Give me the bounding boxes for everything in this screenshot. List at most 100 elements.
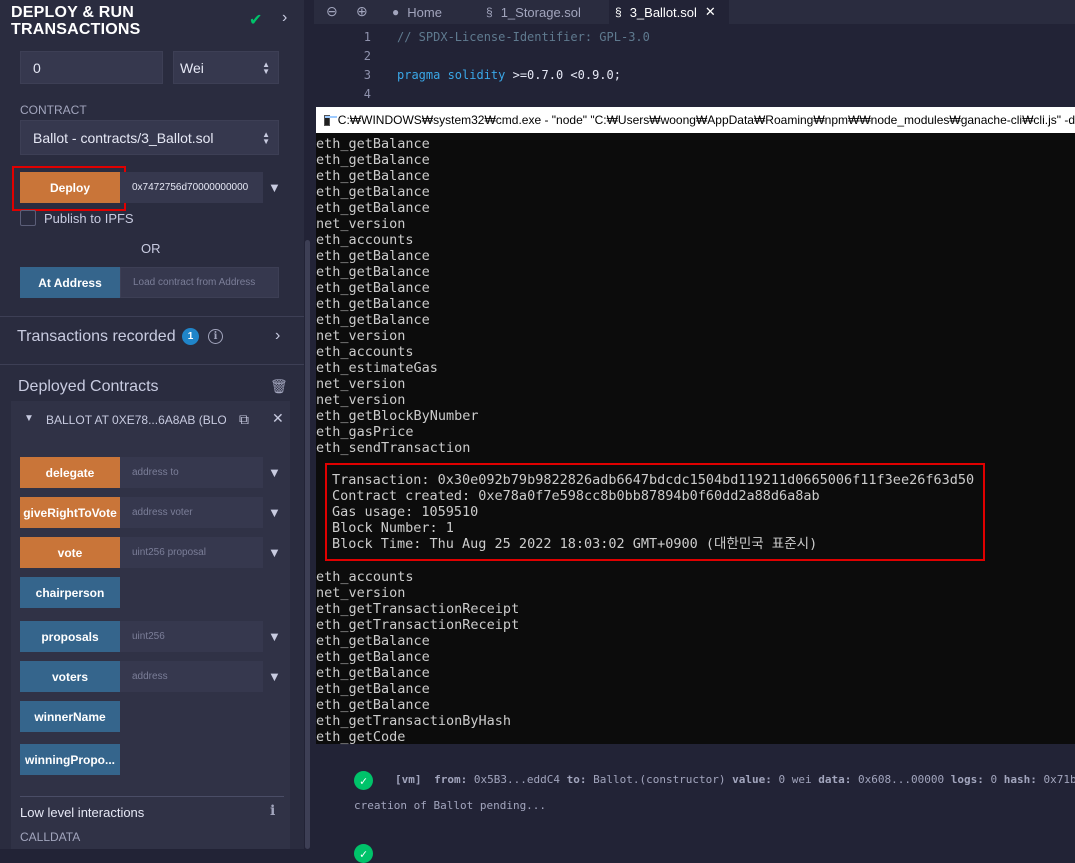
unit-select-value: Wei bbox=[180, 59, 204, 76]
or-label: OR bbox=[141, 241, 161, 256]
hash-value: 0x71b...905 bbox=[1043, 773, 1075, 786]
cmd-line: eth_getBalance bbox=[316, 136, 430, 152]
cmd-line: Block Number: 1 bbox=[332, 520, 454, 536]
chevron-down-icon[interactable]: ▼ bbox=[24, 413, 34, 424]
contract-select-value: Ballot - contracts/3_Ballot.sol bbox=[33, 129, 214, 146]
panel-title: DEPLOY & RUN TRANSACTIONS bbox=[11, 4, 141, 38]
scrollbar[interactable] bbox=[305, 240, 310, 849]
code-line: 3 pragma solidity >=0.7.0 <0.9.0; bbox=[314, 65, 1075, 84]
function-button-delegate[interactable]: delegate bbox=[20, 457, 120, 488]
at-address-placeholder: Load contract from Address bbox=[133, 277, 256, 288]
function-input[interactable]: address bbox=[120, 661, 263, 692]
vm-tag: [vm] bbox=[395, 773, 422, 786]
line-number: 4 bbox=[363, 86, 371, 101]
chevron-down-icon[interactable]: ▼ bbox=[268, 505, 281, 520]
publish-ipfs-checkbox[interactable] bbox=[20, 210, 36, 226]
function-button-proposals[interactable]: proposals bbox=[20, 621, 120, 652]
cmd-line: net_version bbox=[316, 392, 406, 408]
function-button-winnername[interactable]: winnerName bbox=[20, 701, 120, 732]
select-arrows-icon: ▲ ▼ bbox=[262, 59, 270, 76]
cmd-line: eth_getBalance bbox=[316, 152, 430, 168]
panel-title-line2: TRANSACTIONS bbox=[11, 21, 141, 38]
tab-3-ballot[interactable]: § 3_Ballot.sol ✕ bbox=[609, 0, 729, 24]
chevron-down-icon[interactable]: ▼ bbox=[268, 669, 281, 684]
divider bbox=[20, 796, 284, 797]
code-rest: >=0.7.0 <0.9.0; bbox=[505, 67, 621, 82]
cmd-line: eth_getTransactionReceipt bbox=[316, 601, 520, 617]
info-icon[interactable]: i bbox=[270, 803, 275, 819]
close-icon[interactable]: ✕ bbox=[272, 410, 284, 427]
tx-log-line[interactable]: [vm] from: 0x5B3...eddC4 to: Ballot.(con… bbox=[395, 773, 1075, 786]
divider bbox=[0, 316, 304, 317]
cmd-line: eth_getCode bbox=[316, 729, 406, 745]
function-input[interactable]: address voter bbox=[120, 497, 263, 528]
deploy-args-input[interactable]: 0x7472756d70000000000 bbox=[120, 172, 263, 203]
cmd-line: Contract created: 0xe78a0f7e598cc8b0bb87… bbox=[332, 488, 820, 504]
hash-label: hash: bbox=[1003, 773, 1037, 786]
success-check-icon: ✓ bbox=[354, 844, 373, 863]
cmd-line: eth_getTransactionReceipt bbox=[316, 617, 520, 633]
function-button-vote[interactable]: vote bbox=[20, 537, 120, 568]
tab-home[interactable]: ● Home bbox=[384, 0, 482, 24]
to-value: Ballot.(constructor) bbox=[593, 773, 726, 786]
info-icon[interactable]: i bbox=[208, 329, 223, 344]
function-button-giverighttovote[interactable]: giveRightToVote bbox=[20, 497, 120, 528]
trash-icon[interactable]: 🗑 bbox=[270, 378, 288, 395]
transactions-count: 1 bbox=[187, 331, 194, 342]
checkmark-icon: ✔ bbox=[249, 12, 263, 29]
cmd-window[interactable]: C:₩WINDOWS₩system32₩cmd.exe - "node" "C:… bbox=[316, 107, 1075, 745]
chevron-down-icon[interactable]: ▼ bbox=[268, 629, 281, 644]
unit-select[interactable]: Wei ▲ ▼ bbox=[173, 51, 279, 84]
cmd-line: eth_getBalance bbox=[316, 248, 430, 264]
cmd-line: eth_accounts bbox=[316, 344, 414, 360]
transactions-count-badge: 1 bbox=[182, 328, 199, 345]
value-input-text: 0 bbox=[33, 59, 41, 76]
contract-select[interactable]: Ballot - contracts/3_Ballot.sol ▲ ▼ bbox=[20, 120, 279, 155]
value-label: value: bbox=[732, 773, 772, 786]
cmd-line: net_version bbox=[316, 328, 406, 344]
cmd-line: net_version bbox=[316, 585, 406, 601]
deployed-contracts-label: Deployed Contracts bbox=[18, 378, 159, 395]
cmd-titlebar[interactable]: C:₩WINDOWS₩system32₩cmd.exe - "node" "C:… bbox=[316, 107, 1075, 133]
copy-icon[interactable]: ⧉ bbox=[239, 411, 249, 428]
chevron-right-icon[interactable]: › bbox=[282, 9, 287, 27]
zoom-in-icon[interactable]: ⊕ bbox=[356, 3, 368, 20]
function-button-chairperson[interactable]: chairperson bbox=[20, 577, 120, 608]
value-input[interactable]: 0 bbox=[20, 51, 163, 84]
cmd-output-after: eth_accounts net_version eth_getTransactio… bbox=[316, 569, 1075, 745]
pending-message: creation of Ballot pending... bbox=[354, 799, 547, 812]
transactions-recorded-label[interactable]: Transactions recorded bbox=[17, 328, 176, 346]
tab-1-storage[interactable]: § 1_Storage.sol bbox=[482, 0, 609, 24]
function-input[interactable]: address to bbox=[120, 457, 263, 488]
cmd-line: eth_getBalance bbox=[316, 184, 430, 200]
function-button-voters[interactable]: voters bbox=[20, 661, 120, 692]
cmd-line: eth_sendTransaction bbox=[316, 440, 471, 456]
cmd-line: eth_getBalance bbox=[316, 200, 430, 216]
contract-label: CONTRACT bbox=[20, 103, 87, 117]
chevron-down-icon[interactable]: ▼ bbox=[268, 465, 281, 480]
cmd-line: eth_getTransactionByHash bbox=[316, 713, 512, 729]
line-number: 2 bbox=[363, 48, 371, 63]
panel-title-line1: DEPLOY & RUN bbox=[11, 4, 135, 21]
function-button-winningpropo[interactable]: winningPropo... bbox=[20, 744, 120, 775]
function-input[interactable]: uint256 proposal bbox=[120, 537, 263, 568]
code-text: pragma solidity >=0.7.0 <0.9.0; bbox=[397, 68, 621, 82]
chevron-down-icon[interactable]: ▼ bbox=[268, 180, 281, 195]
chevron-down-icon[interactable]: ▼ bbox=[268, 545, 281, 560]
chevron-right-icon[interactable]: › bbox=[275, 327, 280, 345]
code-editor[interactable]: 1 // SPDX-License-Identifier: GPL-3.0 2 … bbox=[314, 24, 1075, 104]
close-icon[interactable]: ✕ bbox=[705, 4, 716, 20]
cmd-line: eth_getBalance bbox=[316, 665, 430, 681]
at-address-input[interactable]: Load contract from Address bbox=[120, 267, 279, 298]
from-label: from: bbox=[434, 773, 468, 786]
code-line: 2 bbox=[314, 46, 1075, 65]
cmd-line: eth_accounts bbox=[316, 569, 414, 585]
zoom-out-icon[interactable]: ⊖ bbox=[326, 3, 338, 20]
at-address-button[interactable]: At Address bbox=[20, 267, 120, 298]
solidity-icon: § bbox=[486, 5, 493, 19]
code-line: 4 bbox=[314, 84, 1075, 103]
cmd-line: eth_getBalance bbox=[316, 312, 430, 328]
cmd-line: Gas usage: 1059510 bbox=[332, 504, 479, 520]
cmd-line: eth_estimateGas bbox=[316, 360, 438, 376]
function-input[interactable]: uint256 bbox=[120, 621, 263, 652]
